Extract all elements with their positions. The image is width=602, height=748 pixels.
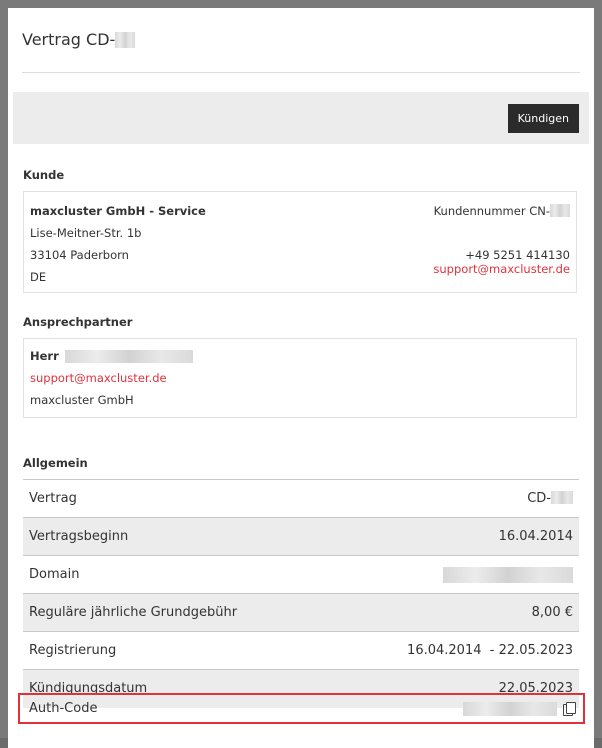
general-section-title: Allgemein <box>23 456 88 470</box>
modal-title-text: Vertrag CD- <box>22 30 116 49</box>
customer-street: Lise-Meitner-Str. 1b <box>30 226 142 240</box>
table-row: Vertrag CD- <box>23 479 579 518</box>
row-value: CD- <box>330 479 579 518</box>
row-value: 16.04.2014 - 22.05.2023 <box>330 631 579 670</box>
modal-header: Vertrag CD- <box>8 8 594 73</box>
table-row: Reguläre jährliche Grundgebühr 8,00 € <box>23 593 579 632</box>
customer-section-title: Kunde <box>23 168 65 182</box>
redacted-customer-number <box>550 204 570 217</box>
row-label: Vertragsbeginn <box>23 517 331 556</box>
auth-code-value <box>463 701 576 716</box>
row-label: Domain <box>23 555 331 594</box>
copy-icon[interactable] <box>563 702 576 716</box>
customer-company: maxcluster GmbH - Service <box>30 204 206 218</box>
contact-email-link[interactable]: support@maxcluster.de <box>30 367 167 389</box>
table-row: Vertragsbeginn 16.04.2014 <box>23 517 579 556</box>
redacted-contact-name <box>64 349 193 363</box>
contact-salutation: Herr <box>30 349 59 363</box>
customer-city: 33104 Paderborn <box>30 248 129 262</box>
row-value <box>330 555 579 594</box>
contract-modal: Vertrag CD- Kündigen Kunde maxcluster Gm… <box>8 8 594 748</box>
contact-section-title: Ansprechpartner <box>23 315 133 329</box>
customer-section: Kunde maxcluster GmbH - Service Kundennu… <box>8 168 594 293</box>
customer-number: Kundennummer CN- <box>434 200 570 222</box>
customer-email-link[interactable]: support@maxcluster.de <box>433 258 570 288</box>
row-value: 8,00 € <box>330 593 579 632</box>
auth-code-row: Auth-Code <box>18 693 585 724</box>
row-label: Registrierung <box>23 631 331 670</box>
auth-code-label: Auth-Code <box>29 701 98 716</box>
action-bar: Kündigen <box>13 92 589 144</box>
row-label: Reguläre jährliche Grundgebühr <box>23 593 331 632</box>
redacted-domain <box>443 566 573 583</box>
cancel-contract-button[interactable]: Kündigen <box>507 103 579 133</box>
customer-card: maxcluster GmbH - Service Kundennummer C… <box>23 191 577 293</box>
customer-country: DE <box>30 270 47 284</box>
contact-section: Ansprechpartner Herr support@maxcluster.… <box>8 315 594 418</box>
table-row: Registrierung 16.04.2014 - 22.05.2023 <box>23 631 579 670</box>
table-row: Domain <box>23 555 579 594</box>
contact-card: Herr support@maxcluster.de maxcluster Gm… <box>23 338 577 418</box>
modal-title: Vertrag CD- <box>22 22 580 58</box>
row-label: Vertrag <box>23 479 331 518</box>
redacted-auth-code <box>463 701 557 716</box>
redacted-contract-number <box>551 491 573 504</box>
redacted-contract-id <box>115 32 136 48</box>
contact-company: maxcluster GmbH <box>30 393 134 407</box>
general-table: Vertrag CD- Vertragsbeginn 16.04.2014 Do… <box>23 479 579 708</box>
general-section: Allgemein Vertrag CD- Vertragsbeginn 16.… <box>8 456 594 708</box>
row-value: 16.04.2014 <box>330 517 579 556</box>
header-divider <box>22 72 580 73</box>
